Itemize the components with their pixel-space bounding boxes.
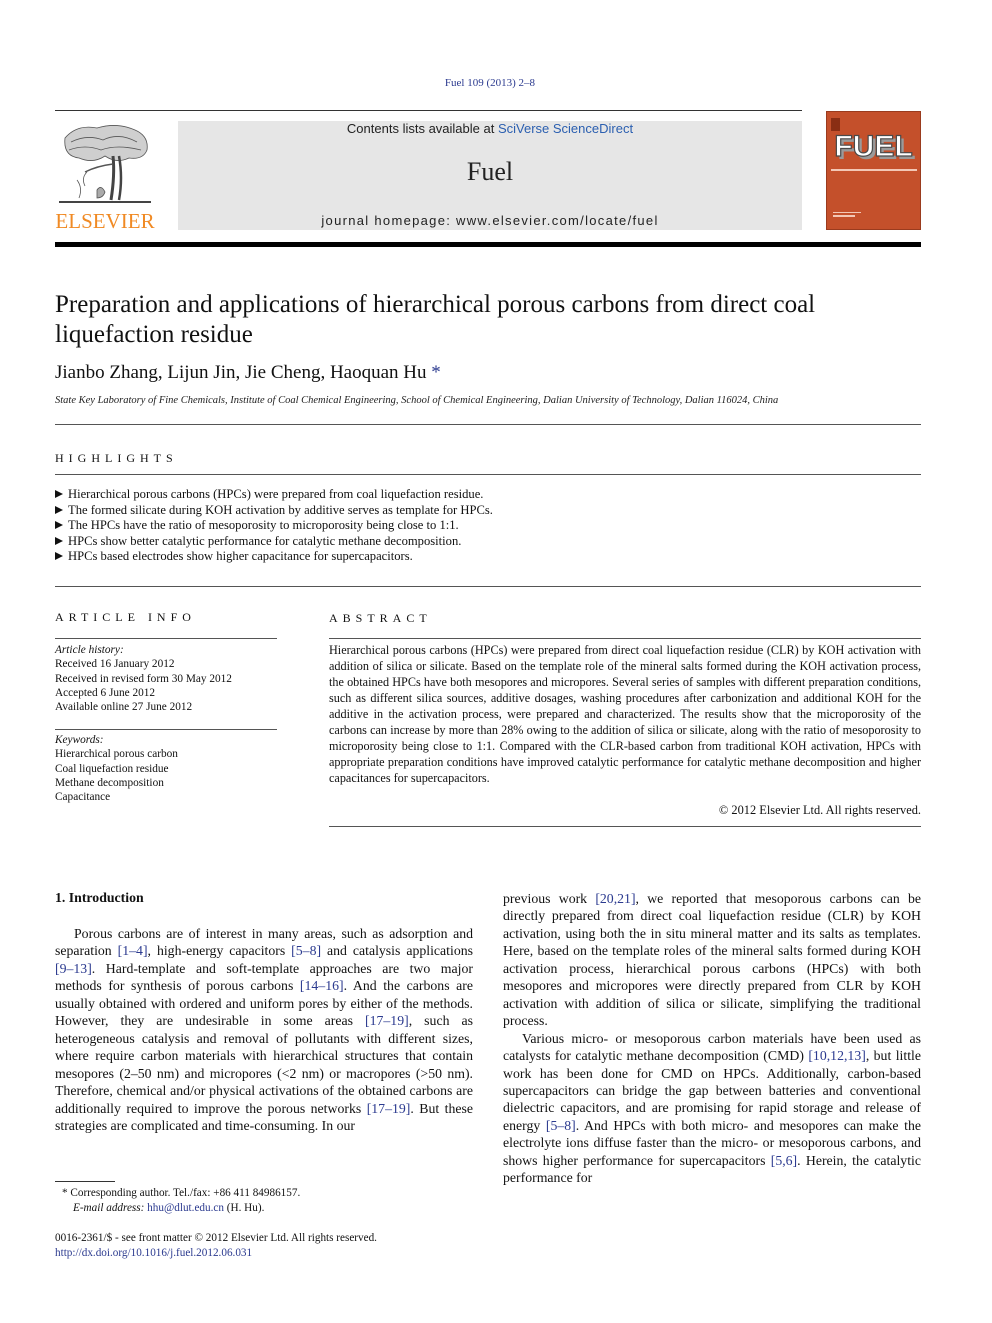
highlight-text: The HPCs have the ratio of mesoporosity … [68,518,459,533]
divider [329,638,921,639]
citation-link[interactable]: [17–19] [367,1101,411,1116]
divider [55,474,921,475]
highlights-list: Hierarchical porous carbons (HPCs) were … [55,487,493,565]
elsevier-wordmark: ELSEVIER [55,209,155,233]
citation-link[interactable]: [17–19] [365,1013,409,1028]
history-label: Article history: [55,644,124,656]
email-note: E-mail address: hhu@dlut.edu.cn (H. Hu). [73,1202,265,1214]
footnote-rule [55,1181,115,1182]
contents-prefix: Contents lists available at [346,121,498,136]
citation-link[interactable]: [20,21] [595,891,635,906]
article-info-heading: ARTICLE INFO [55,610,196,624]
citation-link[interactable]: [5–8] [546,1118,576,1133]
author-list: Jianbo Zhang, Lijun Jin, Jie Cheng, Haoq… [55,362,441,384]
corresponding-author-note: * Corresponding author. Tel./fax: +86 41… [62,1187,301,1199]
paragraph: previous work [20,21], we reported that … [503,891,921,1029]
elsevier-logo: ELSEVIER [55,120,155,233]
cover-title: FUEL [834,129,914,163]
keyword: Coal liquefaction residue [55,762,169,775]
header-thick-rule [55,242,921,247]
bullet-triangle-icon [55,521,63,530]
article-history: Article history: Received 16 January 201… [55,643,277,714]
body-column-left: Porous carbons are of interest in many a… [55,925,473,1134]
cover-footer [833,212,861,213]
header-rule [55,110,802,111]
highlights-heading: HIGHLIGHTS [55,451,178,465]
divider [55,638,277,639]
bullet-triangle-icon [55,536,63,545]
journal-reference[interactable]: Fuel 109 (2013) 2–8 [0,77,980,89]
highlight-text: HPCs based electrodes show higher capaci… [68,549,413,564]
authors: Jianbo Zhang, Lijun Jin, Jie Cheng, Haoq… [55,362,427,383]
abstract-heading: ABSTRACT [329,611,432,625]
citation-link[interactable]: [10,12,13] [808,1048,865,1063]
bullet-triangle-icon [55,552,63,561]
doi-link[interactable]: http://dx.doi.org/10.1016/j.fuel.2012.06… [55,1247,252,1259]
history-online: Available online 27 June 2012 [55,701,193,714]
keywords: Keywords: Hierarchical porous carbon Coa… [55,733,277,804]
journal-homepage-link[interactable]: journal homepage: www.elsevier.com/locat… [178,213,802,228]
sciencedirect-link[interactable]: SciVerse ScienceDirect [498,121,633,136]
cover-footer [833,215,855,217]
article-title: Preparation and applications of hierarch… [55,291,816,348]
history-accepted: Accepted 6 June 2012 [55,686,156,699]
cover-subtitle [831,169,917,171]
history-revised: Received in revised form 30 May 2012 [55,672,232,685]
citation-link[interactable]: [5–8] [291,943,321,958]
email-link[interactable]: hhu@dlut.edu.cn [147,1202,224,1214]
citation-link[interactable]: [1–4] [118,943,148,958]
divider [55,586,921,587]
highlight-item: The HPCs have the ratio of mesoporosity … [55,518,493,534]
tree-icon [59,125,151,203]
keyword: Hierarchical porous carbon [55,748,178,761]
contents-line: Contents lists available at SciVerse Sci… [178,121,802,136]
paragraph: Porous carbons are of interest in many a… [55,926,473,1133]
body-column-right: previous work [20,21], we reported that … [503,890,921,1187]
highlight-text: The formed silicate during KOH activatio… [68,502,493,517]
abstract-copyright: © 2012 Elsevier Ltd. All rights reserved… [718,803,921,817]
corresponding-author-mark[interactable]: * [431,362,441,383]
citation-link[interactable]: [9–13] [55,961,92,976]
paragraph: Various micro- or mesoporous carbon mate… [503,1030,921,1186]
issn-block: 0016-2361/$ - see front matter © 2012 El… [55,1231,377,1260]
bullet-triangle-icon [55,490,63,498]
journal-masthead: Contents lists available at SciVerse Sci… [178,121,802,230]
abstract-text: Hierarchical porous carbons (HPCs) were … [329,643,921,785]
divider [55,424,921,425]
divider [329,826,921,827]
journal-name: Fuel [466,157,514,186]
citation-link[interactable]: [14–16] [300,978,344,993]
journal-cover: FUEL [826,111,921,230]
keyword: Capacitance [55,791,111,804]
highlight-item: HPCs show better catalytic performance f… [55,534,493,550]
section-heading-introduction: 1. Introduction [55,890,144,905]
highlight-text: HPCs show better catalytic performance f… [68,533,462,548]
highlight-text: Hierarchical porous carbons (HPCs) were … [68,487,484,501]
keywords-label: Keywords: [55,734,104,746]
history-received: Received 16 January 2012 [55,658,175,671]
bullet-triangle-icon [55,505,63,514]
divider [55,729,277,730]
keyword: Methane decomposition [55,776,164,789]
footnote: * Corresponding author. Tel./fax: +86 41… [62,1186,300,1216]
highlight-item: HPCs based electrodes show higher capaci… [55,549,493,565]
highlight-item: The formed silicate during KOH activatio… [55,503,493,519]
issn-line: 0016-2361/$ - see front matter © 2012 El… [55,1232,377,1244]
citation-link[interactable]: [5,6] [771,1153,797,1168]
affiliation: State Key Laboratory of Fine Chemicals, … [55,395,779,406]
highlight-item: Hierarchical porous carbons (HPCs) were … [55,487,493,503]
